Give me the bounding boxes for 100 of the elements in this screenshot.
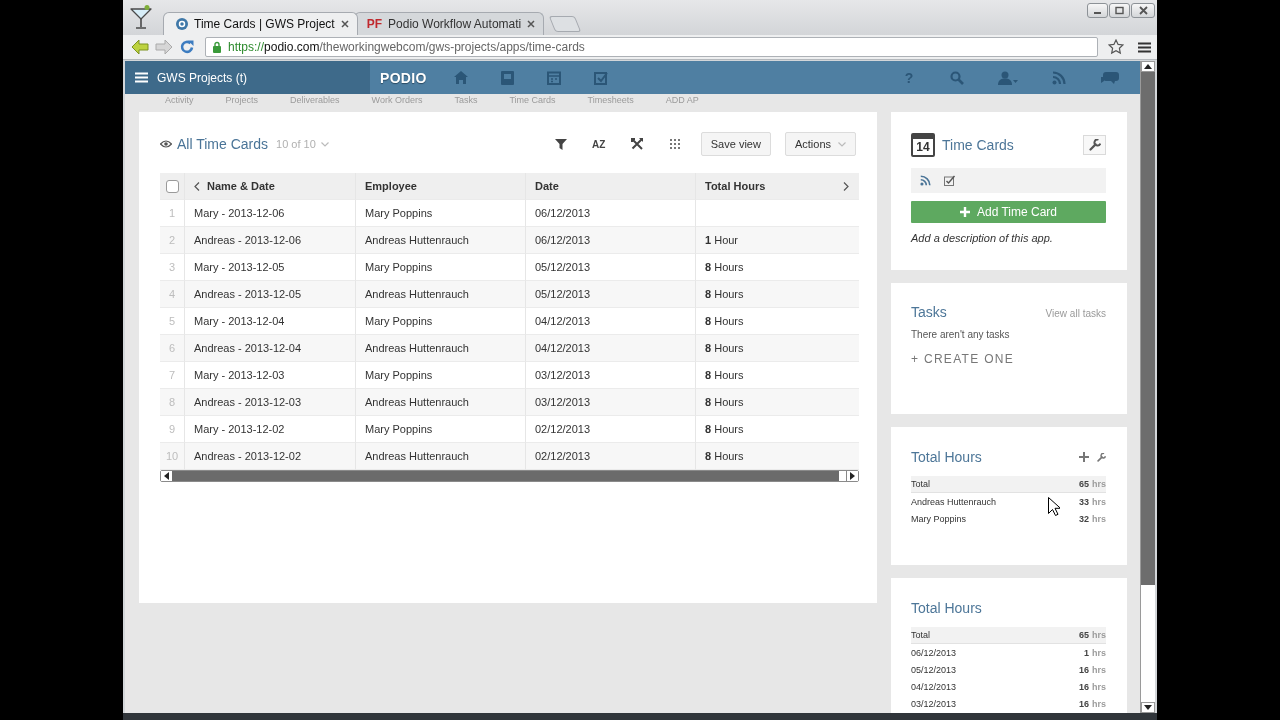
minimize-button[interactable] — [1087, 3, 1108, 18]
settings-button[interactable] — [1083, 135, 1106, 155]
right-arrow-icon — [155, 39, 173, 55]
report-value: 65 hrs — [1078, 479, 1106, 489]
calendar-icon — [547, 70, 561, 85]
chevron-down-icon — [838, 141, 846, 147]
left-triangle-icon — [164, 472, 169, 480]
table-cell: Andreas Huttenrauch — [356, 335, 526, 362]
column-header[interactable]: Name & Date — [207, 180, 275, 192]
menu-button[interactable] — [1138, 41, 1151, 53]
feed-icon[interactable] — [920, 175, 931, 186]
bookmark-button[interactable] — [1108, 39, 1124, 55]
table-cell: 05/12/2013 — [526, 281, 696, 308]
vertical-scrollbar[interactable] — [1140, 61, 1155, 713]
grid-icon — [669, 139, 680, 149]
view-title[interactable]: All Time Cards — [177, 136, 269, 152]
scroll-up-button[interactable] — [1141, 61, 1155, 72]
close-icon[interactable] — [340, 20, 349, 28]
scrollbar-thumb[interactable] — [172, 471, 839, 481]
chevron-right-icon[interactable] — [843, 181, 849, 191]
report-label: Total — [911, 630, 930, 640]
close-button[interactable] — [1131, 3, 1155, 18]
table-cell: 06/12/2013 — [526, 227, 696, 254]
view-button[interactable]: Save view — [700, 132, 771, 156]
reload-button[interactable] — [179, 39, 195, 55]
view-count: 10 of 10 — [276, 138, 316, 150]
podio-logo[interactable]: PODIO — [380, 69, 426, 86]
search-icon — [950, 70, 964, 85]
report-value: 16 hrs — [1078, 664, 1106, 675]
crossed-tools-icon — [630, 138, 643, 150]
table-cell: Andreas Huttenrauch — [356, 281, 526, 308]
menu-icon — [1138, 41, 1151, 53]
chevron-left-icon[interactable] — [194, 181, 200, 191]
menu-icon — [135, 72, 148, 83]
report-label: Total — [911, 479, 930, 489]
table-cell: Andreas - 2013-12-05 — [185, 281, 356, 308]
card-title: Total Hours — [911, 449, 982, 465]
plus-icon[interactable] — [1079, 452, 1089, 462]
view-button[interactable]: Actions — [784, 132, 856, 156]
close-icon — [1138, 6, 1148, 15]
workspace-menu[interactable]: GWS Projects (t) — [125, 61, 370, 94]
checkbox-tick-icon[interactable] — [944, 175, 956, 186]
column-header[interactable]: Total Hours — [705, 180, 766, 192]
report-value: 16 hrs — [1078, 681, 1106, 692]
table-cell: 8 Hours — [696, 335, 859, 362]
scroll-down-button[interactable] — [1141, 702, 1155, 713]
feed-icon — [1052, 70, 1066, 85]
create-task-link[interactable]: + CREATE ONE — [911, 352, 1015, 366]
horizontal-scrollbar[interactable] — [160, 470, 859, 482]
left-arrow-icon — [131, 39, 149, 55]
mouse-pointer-icon — [1048, 497, 1060, 516]
maximize-icon — [1115, 6, 1124, 15]
table-cell: 1 Hour — [696, 227, 859, 254]
table-cell: 03/12/2013 — [526, 389, 696, 416]
view-all-link[interactable]: View all tasks — [1045, 308, 1106, 319]
table-cell: 04/12/2013 — [526, 335, 696, 362]
right-triangle-icon — [850, 472, 855, 480]
back-button[interactable] — [131, 39, 149, 55]
add-time-card-button[interactable]: Add Time Card — [911, 201, 1106, 223]
browser-tab[interactable]: Time Cards | GWS Project — [163, 12, 358, 35]
row-number: 4 — [160, 281, 185, 308]
circle-logo-icon — [176, 18, 188, 30]
table-cell: 8 Hours — [696, 281, 859, 308]
maximize-button[interactable] — [1109, 3, 1130, 18]
calendar-icon: 14 — [911, 133, 935, 157]
select-all-checkbox[interactable] — [165, 179, 179, 193]
column-header[interactable]: Date — [535, 180, 559, 192]
scrollbar-thumb[interactable] — [1141, 72, 1155, 585]
chat-bubbles-icon — [1100, 70, 1120, 85]
eye-icon — [160, 140, 172, 148]
wrench-icon — [1088, 139, 1101, 151]
report-label: 03/12/2013 — [911, 698, 957, 709]
card-title: Tasks — [911, 304, 947, 320]
close-icon[interactable] — [527, 20, 536, 28]
lock-icon — [212, 41, 222, 53]
down-triangle-icon — [1144, 705, 1152, 710]
checkbox-tick-icon — [594, 70, 608, 85]
cocktail-glass-icon — [129, 4, 153, 30]
app-title[interactable]: Time Cards — [942, 137, 1014, 153]
empty-message: There aren't any tasks — [911, 329, 1011, 340]
home-icon — [454, 71, 468, 84]
table-cell: 8 Hours — [696, 389, 859, 416]
sort-button[interactable]: AZ — [586, 132, 611, 156]
table-cell: Andreas Huttenrauch — [356, 389, 526, 416]
report-label: 06/12/2013 — [911, 647, 957, 658]
wrench-icon[interactable] — [1097, 452, 1106, 462]
plus-icon — [959, 207, 970, 217]
table-cell: Andreas - 2013-12-06 — [185, 227, 356, 254]
report-label: Andreas Huttenrauch — [911, 496, 997, 507]
column-header[interactable]: Employee — [365, 180, 417, 192]
app-description[interactable]: Add a description of this app. — [911, 232, 1106, 244]
address-field[interactable]: https://podio.com/theworkingwebcom/gws-projects/apps/time-cards — [205, 37, 1098, 57]
address-book-icon — [501, 70, 514, 85]
table-cell: Andreas Huttenrauch — [356, 227, 526, 254]
report-value: 1 hrs — [1083, 647, 1106, 658]
report-value: 33 hrs — [1078, 496, 1106, 507]
report-label: 04/12/2013 — [911, 681, 957, 692]
up-triangle-icon — [1144, 64, 1152, 69]
report-value: 65 hrs — [1078, 630, 1106, 640]
table-cell: Andreas - 2013-12-04 — [185, 335, 356, 362]
